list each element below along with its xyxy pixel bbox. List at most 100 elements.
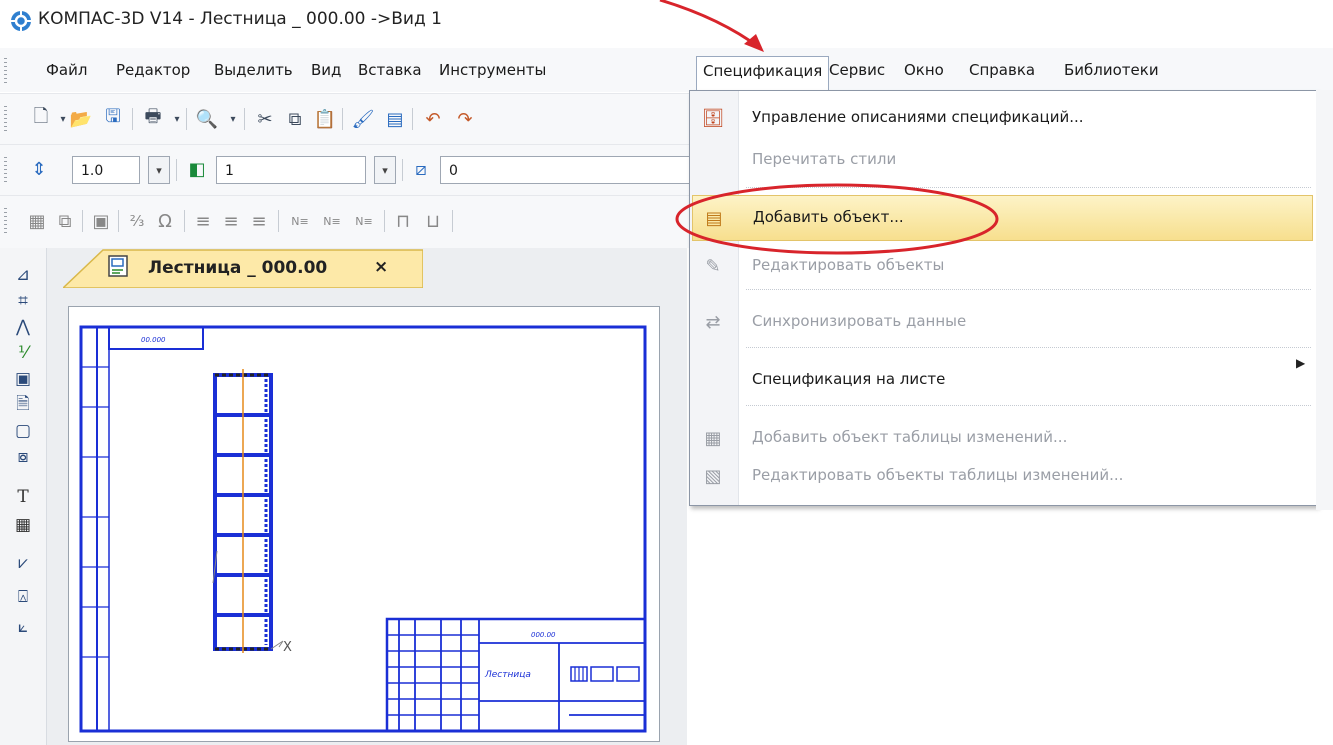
geometry-icon[interactable]: ⊿ <box>10 262 36 288</box>
code-box-text: 00.000 <box>141 336 166 344</box>
menu-item-edit-change-table-objects[interactable]: ▧ Редактировать объекты таблицы изменени… <box>690 453 1317 499</box>
layer-dropdown-icon[interactable]: ▾ <box>374 156 396 184</box>
toolbar-separator <box>118 210 119 232</box>
sync-data-icon: ⇄ <box>705 311 721 333</box>
redo-icon[interactable]: ↷ <box>452 106 478 132</box>
menu-tools[interactable]: Инструменты <box>433 56 552 84</box>
cut-icon[interactable]: ✂ <box>252 106 278 132</box>
insert-icon[interactable]: ⟀ <box>10 614 36 640</box>
associative-views-icon[interactable]: ⧇ <box>10 444 36 470</box>
align-bottom-icon[interactable]: ≡ <box>246 208 272 234</box>
paste-icon[interactable]: 📋 <box>312 106 338 132</box>
toolbar-separator <box>132 108 133 130</box>
dimensions-icon[interactable]: ⌗ <box>10 288 36 314</box>
grid-icon[interactable]: ▣ <box>88 208 114 234</box>
report-icon[interactable]: ⍓ <box>10 584 36 610</box>
scale-dropdown-icon[interactable]: ▾ <box>148 156 170 184</box>
menu-libraries[interactable]: Библиотеки <box>1058 56 1165 84</box>
layer-icon: ◧ <box>188 158 206 180</box>
designations-icon[interactable]: ⋀ <box>10 314 36 340</box>
menu-separator <box>746 347 1311 348</box>
spec-icon[interactable]: ⩗ <box>10 550 36 576</box>
drawing-sheet[interactable]: 00.000 X 000.00 Лестница <box>68 306 660 742</box>
menu-editor[interactable]: Редактор <box>110 56 196 84</box>
layer-combo[interactable]: 1 <box>216 156 366 184</box>
tree-icon[interactable]: ▤ <box>382 106 408 132</box>
table-insert-icon[interactable]: ▦ <box>10 512 36 538</box>
toolbar2-grip[interactable] <box>4 157 7 183</box>
undo-icon[interactable]: ↶ <box>420 106 446 132</box>
toolbar-separator <box>384 210 385 232</box>
numbering1-icon[interactable]: N≡ <box>284 208 316 234</box>
parameterization-icon[interactable]: ▣ <box>10 366 36 392</box>
menu-item-spec-on-sheet[interactable]: Спецификация на листе <box>690 357 1317 403</box>
copy-table-icon[interactable]: ⧉ <box>52 208 78 234</box>
close-icon[interactable]: × <box>374 257 388 277</box>
numbering2-icon[interactable]: N≡ <box>316 208 348 234</box>
menu-file[interactable]: Файл <box>40 56 93 84</box>
numbering3-icon[interactable]: N≡ <box>348 208 380 234</box>
edit-objects-icon: ✎ <box>705 255 721 277</box>
toolbar-separator <box>82 210 83 232</box>
measure-icon[interactable]: 🗎 <box>10 392 36 418</box>
submenu-arrow-icon: ▶ <box>1296 356 1306 370</box>
edit-change-table-icon: ▧ <box>704 465 722 487</box>
menubar-grip[interactable] <box>4 58 7 84</box>
print-icon[interactable]: 🖶 <box>140 106 166 132</box>
table-icon[interactable]: ▦ <box>24 208 50 234</box>
menu-separator <box>746 405 1311 406</box>
style-icon: ⧄ <box>415 158 427 180</box>
align-top-icon[interactable]: ≡ <box>190 208 216 234</box>
select-icon[interactable]: ▢ <box>10 418 36 444</box>
row-top-icon[interactable]: ⊓ <box>390 208 416 234</box>
left-margin-strip <box>80 326 98 732</box>
text-icon[interactable]: T <box>10 484 36 510</box>
copy-icon[interactable]: ⧉ <box>282 106 308 132</box>
fraction-icon[interactable]: ⅔ <box>124 208 150 234</box>
compact-toolbar: ⊿ ⌗ ⋀ ⅟ ▣ 🗎 ▢ ⧇ T ▦ ⩗ ⍓ ⟀ <box>0 248 47 745</box>
save-icon[interactable]: 🖫 <box>100 106 126 132</box>
current-state-toolbar: ⇕ 1.0 ▾ ◧ 1 ▾ ⧄ 0 <box>0 144 690 195</box>
menu-item-label: Спецификация на листе <box>752 370 946 388</box>
menu-item-reread-styles[interactable]: Перечитать стили <box>690 137 1317 183</box>
kompas-logo-icon <box>11 11 31 31</box>
scale-combo[interactable]: 1.0 <box>72 156 140 184</box>
toolbar1-grip[interactable] <box>4 106 7 132</box>
document-tab-label: Лестница _ 000.00 <box>148 258 328 278</box>
menu-item-add-object[interactable]: ▤ Добавить объект... <box>692 195 1313 241</box>
menu-help[interactable]: Справка <box>963 56 1041 84</box>
toolbar3-grip[interactable] <box>4 208 7 234</box>
right-edge-panel <box>1316 90 1333 510</box>
add-object-icon: ▤ <box>705 207 723 229</box>
menu-item-manage-spec-descriptions[interactable]: 🗄 Управление описаниями спецификаций... <box>690 95 1317 141</box>
title-block-name: Лестница <box>484 670 531 680</box>
toolbar-separator <box>342 108 343 130</box>
menu-view[interactable]: Вид <box>305 56 347 84</box>
menu-service[interactable]: Сервис <box>823 56 891 84</box>
edit-icon[interactable]: ⅟ <box>10 340 36 366</box>
menu-specification[interactable]: Спецификация <box>696 56 830 92</box>
menu-select[interactable]: Выделить <box>208 56 299 84</box>
format-toolbar: ▦ ⧉ ▣ ⅔ Ω ≡ ≡ ≡ N≡ N≡ N≡ ⊓ ⊔ <box>0 195 690 248</box>
toolbar-separator <box>402 159 403 181</box>
preview-dropdown-icon[interactable]: ▾ <box>220 106 246 132</box>
title-block-designation: 000.00 <box>531 631 556 639</box>
axis-x-label: X <box>283 640 292 655</box>
drawing-canvas: 00.000 X 000.00 Лестница <box>79 325 647 733</box>
menu-window[interactable]: Окно <box>898 56 950 84</box>
scale-icon: ⇕ <box>31 158 47 180</box>
ladder-drawing: X <box>212 369 292 655</box>
open-folder-icon[interactable]: 📂 <box>68 106 94 132</box>
style-combo[interactable]: 0 <box>440 156 690 184</box>
omega-icon[interactable]: Ω <box>152 208 178 234</box>
menu-insert[interactable]: Вставка <box>352 56 428 84</box>
row-bottom-icon[interactable]: ⊔ <box>420 208 446 234</box>
menu-item-sync-data[interactable]: ⇄ Синхронизировать данные <box>690 299 1317 345</box>
menu-item-edit-objects[interactable]: ✎ Редактировать объекты <box>690 243 1317 289</box>
align-middle-icon[interactable]: ≡ <box>218 208 244 234</box>
preview-icon[interactable]: 🔍 <box>194 106 220 132</box>
toolbar-separator <box>186 108 187 130</box>
menu-separator <box>746 187 1311 188</box>
menu-item-label: Управление описаниями спецификаций... <box>752 108 1084 126</box>
properties-brush-icon[interactable]: 🖌 <box>350 106 376 132</box>
